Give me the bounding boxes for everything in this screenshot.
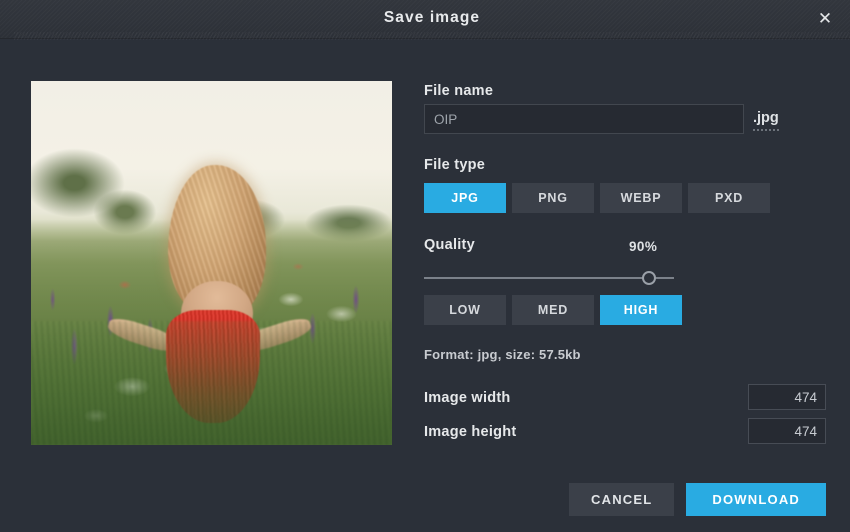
download-button[interactable]: DOWNLOAD [686, 483, 826, 516]
dialog-titlebar: Save image ✕ [0, 0, 850, 39]
file-extension-label[interactable]: .jpg [753, 110, 779, 131]
cancel-button[interactable]: CANCEL [569, 483, 674, 516]
filetype-label: File type [424, 157, 485, 173]
image-width-input[interactable] [748, 384, 826, 410]
preview-photo-foreground [31, 321, 392, 445]
filetype-option-jpg[interactable]: JPG [424, 183, 506, 213]
titlebar-inner: Save image [14, 0, 850, 38]
quality-preset-group: LOW MED HIGH [424, 295, 682, 325]
image-height-input[interactable] [748, 418, 826, 444]
filename-label: File name [424, 83, 493, 99]
filetype-group: JPG PNG WEBP PXD [424, 183, 770, 213]
quality-preset-low[interactable]: LOW [424, 295, 506, 325]
quality-value: 90% [629, 239, 657, 254]
filetype-option-pxd[interactable]: PXD [688, 183, 770, 213]
format-info-text: Format: jpg, size: 57.5kb [424, 347, 581, 362]
filetype-option-png[interactable]: PNG [512, 183, 594, 213]
quality-slider-track [424, 277, 674, 279]
quality-preset-med[interactable]: MED [512, 295, 594, 325]
dialog-footer: CANCEL DOWNLOAD [569, 483, 826, 516]
filetype-option-webp[interactable]: WEBP [600, 183, 682, 213]
quality-preset-high[interactable]: HIGH [600, 295, 682, 325]
image-width-label: Image width [424, 390, 511, 406]
quality-slider-handle[interactable] [642, 271, 656, 285]
preview-photo [31, 81, 392, 445]
quality-label: Quality [424, 237, 475, 253]
image-height-row: Image height [424, 418, 826, 450]
image-width-row: Image width [424, 384, 826, 416]
filename-input[interactable] [424, 104, 744, 134]
save-image-dialog: Save image ✕ File name .jpg File type JP… [0, 0, 850, 532]
quality-slider[interactable] [424, 269, 674, 287]
dialog-title: Save image [14, 9, 850, 27]
image-preview [31, 81, 392, 445]
close-icon[interactable]: ✕ [814, 8, 836, 30]
image-height-label: Image height [424, 424, 516, 440]
